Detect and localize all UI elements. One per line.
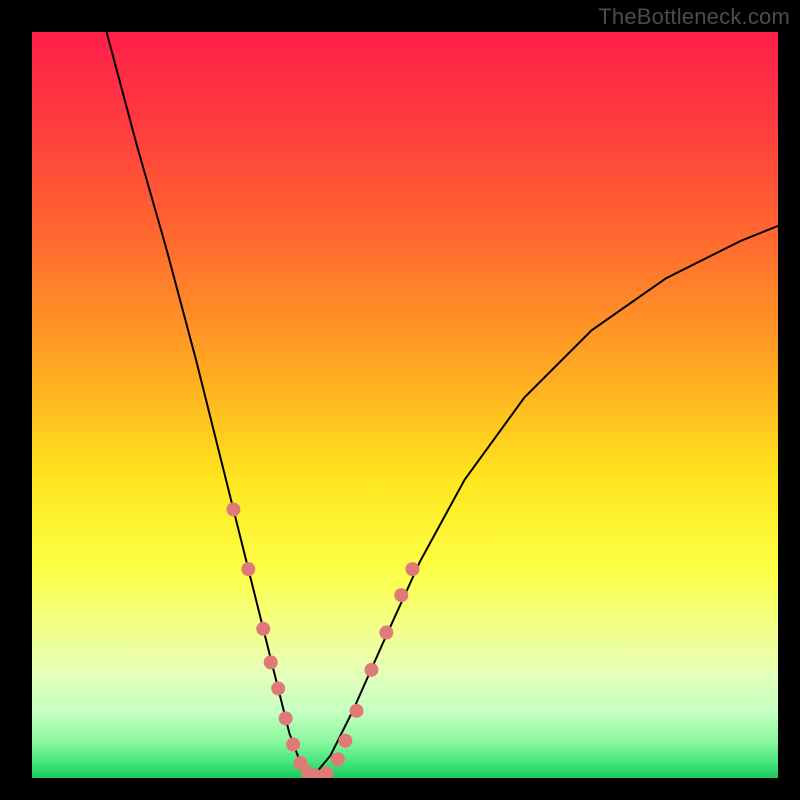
data-marker bbox=[241, 562, 255, 576]
data-marker bbox=[394, 588, 408, 602]
data-marker bbox=[256, 622, 270, 636]
data-marker bbox=[338, 734, 352, 748]
data-marker bbox=[264, 655, 278, 669]
plot-area bbox=[32, 32, 778, 778]
chart-frame: TheBottleneck.com bbox=[0, 0, 800, 800]
data-marker bbox=[279, 711, 293, 725]
watermark-text: TheBottleneck.com bbox=[598, 4, 790, 30]
data-marker bbox=[226, 502, 240, 516]
chart-svg bbox=[32, 32, 778, 778]
data-marker bbox=[364, 663, 378, 677]
data-marker bbox=[350, 704, 364, 718]
gradient-background bbox=[32, 32, 778, 778]
data-marker bbox=[271, 681, 285, 695]
data-marker bbox=[379, 626, 393, 640]
data-marker bbox=[331, 752, 345, 766]
data-marker bbox=[286, 737, 300, 751]
data-marker bbox=[405, 562, 419, 576]
